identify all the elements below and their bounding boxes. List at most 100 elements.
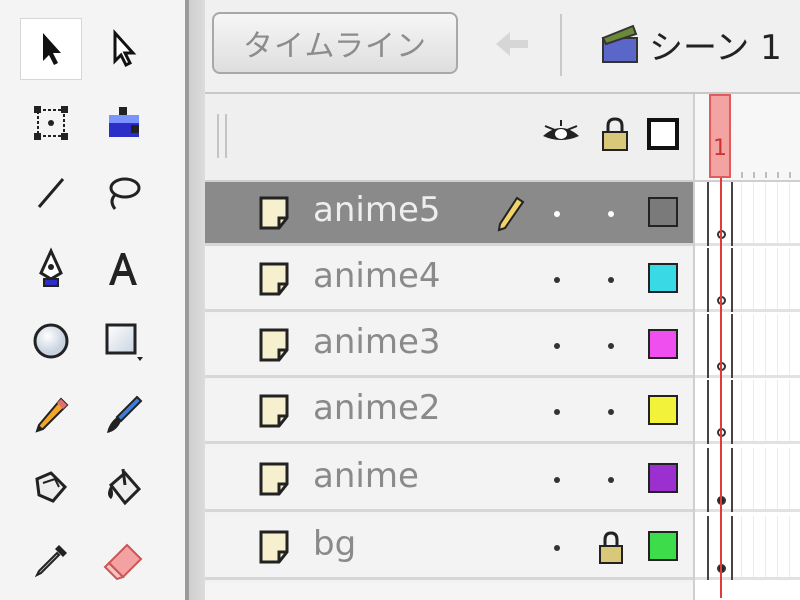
subselection-tool-button[interactable] [92, 18, 154, 80]
ruler-tick [765, 172, 767, 178]
layer-row-anime4[interactable]: anime4 [205, 248, 693, 312]
eraser-tool-button[interactable] [92, 530, 154, 592]
layer-row-bg[interactable]: bg [205, 516, 693, 580]
layer-name: anime [313, 456, 419, 496]
line-icon [37, 178, 65, 208]
frame-area[interactable]: 1 [693, 94, 800, 600]
visibility-dot[interactable] [554, 211, 560, 217]
frame-grid-line [765, 248, 766, 309]
scene-clapper-icon [601, 24, 638, 63]
current-frame-number: 1 [713, 136, 727, 161]
layer-color-swatch[interactable] [648, 197, 678, 227]
lock-dot[interactable] [608, 277, 614, 283]
layer-page-icon [259, 462, 289, 496]
frame-grid-line [777, 448, 778, 509]
frame-row[interactable] [695, 516, 800, 580]
pencil-tool-button[interactable] [20, 384, 82, 446]
layer-lock-icon[interactable] [595, 530, 627, 566]
layer-color-swatch[interactable] [648, 263, 678, 293]
oval-icon [33, 323, 69, 359]
eyedropper-tool-button[interactable] [20, 530, 82, 592]
lock-icon[interactable] [595, 114, 635, 154]
layer-color-swatch[interactable] [648, 531, 678, 561]
layer-row-anime[interactable]: anime [205, 448, 693, 512]
layer-name: anime3 [313, 322, 441, 362]
paint-bucket-tool-button[interactable] [92, 456, 154, 518]
frame-grid-line [765, 182, 766, 243]
oval-tool-button[interactable] [20, 310, 82, 372]
frame-row[interactable] [695, 380, 800, 444]
frame-row[interactable] [695, 248, 800, 312]
rectangle-tool-button[interactable] [92, 310, 154, 372]
frame-grid-line [741, 448, 742, 509]
arrow-select-icon [43, 33, 61, 65]
layer-color-swatch[interactable] [648, 463, 678, 493]
layer-page-icon [259, 262, 289, 296]
ruler-tick [789, 172, 791, 178]
lock-dot[interactable] [608, 211, 614, 217]
frame-row[interactable] [695, 448, 800, 512]
layer-row-anime2[interactable]: anime2 [205, 380, 693, 444]
visibility-dot[interactable] [554, 277, 560, 283]
lock-dot[interactable] [608, 409, 614, 415]
ink-bottle-icon [35, 471, 68, 503]
ruler-tick [777, 172, 779, 178]
brush-tool-button[interactable] [92, 384, 154, 446]
resize-grip[interactable] [217, 114, 227, 158]
back-arrow-icon[interactable] [490, 22, 534, 66]
frame-grid-line [765, 448, 766, 509]
frame-grid-line [789, 248, 790, 309]
visibility-dot[interactable] [554, 545, 560, 551]
visibility-dot[interactable] [554, 343, 560, 349]
frame-grid-line [789, 314, 790, 375]
free-transform-icon [34, 106, 68, 140]
gradient-transform-icon [109, 107, 139, 137]
visibility-dot[interactable] [554, 409, 560, 415]
frame-grid-line [777, 380, 778, 441]
eye-icon[interactable] [541, 114, 581, 154]
layer-page-icon [259, 394, 289, 428]
frame-grid-line [765, 516, 766, 577]
frame-grid-line [789, 448, 790, 509]
layer-color-swatch[interactable] [648, 329, 678, 359]
timeline-tab[interactable]: タイムライン [212, 12, 458, 74]
outline-icon[interactable] [643, 114, 683, 154]
frame-grid-line [741, 380, 742, 441]
brush-icon [107, 395, 143, 433]
layer-page-icon [259, 530, 289, 564]
panel-divider[interactable] [185, 0, 205, 600]
frame-grid-line [741, 248, 742, 309]
line-tool-button[interactable] [20, 162, 82, 224]
layer-color-swatch[interactable] [648, 395, 678, 425]
frame-grid-line [765, 380, 766, 441]
text-icon [109, 253, 137, 285]
frame-grid-line [777, 182, 778, 243]
selection-tool-button[interactable] [20, 18, 82, 80]
gradient-transform-tool-button[interactable] [92, 92, 154, 154]
layer-name: anime2 [313, 388, 441, 428]
text-tool-button[interactable] [92, 238, 154, 300]
frame-grid-line [777, 516, 778, 577]
frame-row[interactable] [695, 182, 800, 246]
visibility-dot[interactable] [554, 477, 560, 483]
scene-label[interactable]: シーン 1 [649, 20, 782, 69]
frame-grid-line [789, 182, 790, 243]
layer-row-anime5[interactable]: anime5 [205, 182, 693, 246]
frame-grid-line [753, 182, 754, 243]
lock-dot[interactable] [608, 477, 614, 483]
rectangle-icon [105, 323, 143, 361]
pen-tool-button[interactable] [20, 238, 82, 300]
lock-dot[interactable] [608, 343, 614, 349]
toolbar-separator [560, 14, 562, 76]
frame-row[interactable] [695, 314, 800, 378]
ink-bottle-tool-button[interactable] [20, 456, 82, 518]
timeline-panel: タイムライン シーン 1 anime5 anime4 anime3 anime2… [205, 0, 800, 600]
frame-grid-line [741, 314, 742, 375]
subselect-arrow-icon [113, 29, 137, 68]
free-transform-tool-button[interactable] [20, 92, 82, 154]
frame-grid-line [741, 182, 742, 243]
frame-grid-line [753, 448, 754, 509]
lasso-tool-button[interactable] [92, 162, 154, 224]
ruler-tick [741, 172, 743, 178]
layer-row-anime3[interactable]: anime3 [205, 314, 693, 378]
